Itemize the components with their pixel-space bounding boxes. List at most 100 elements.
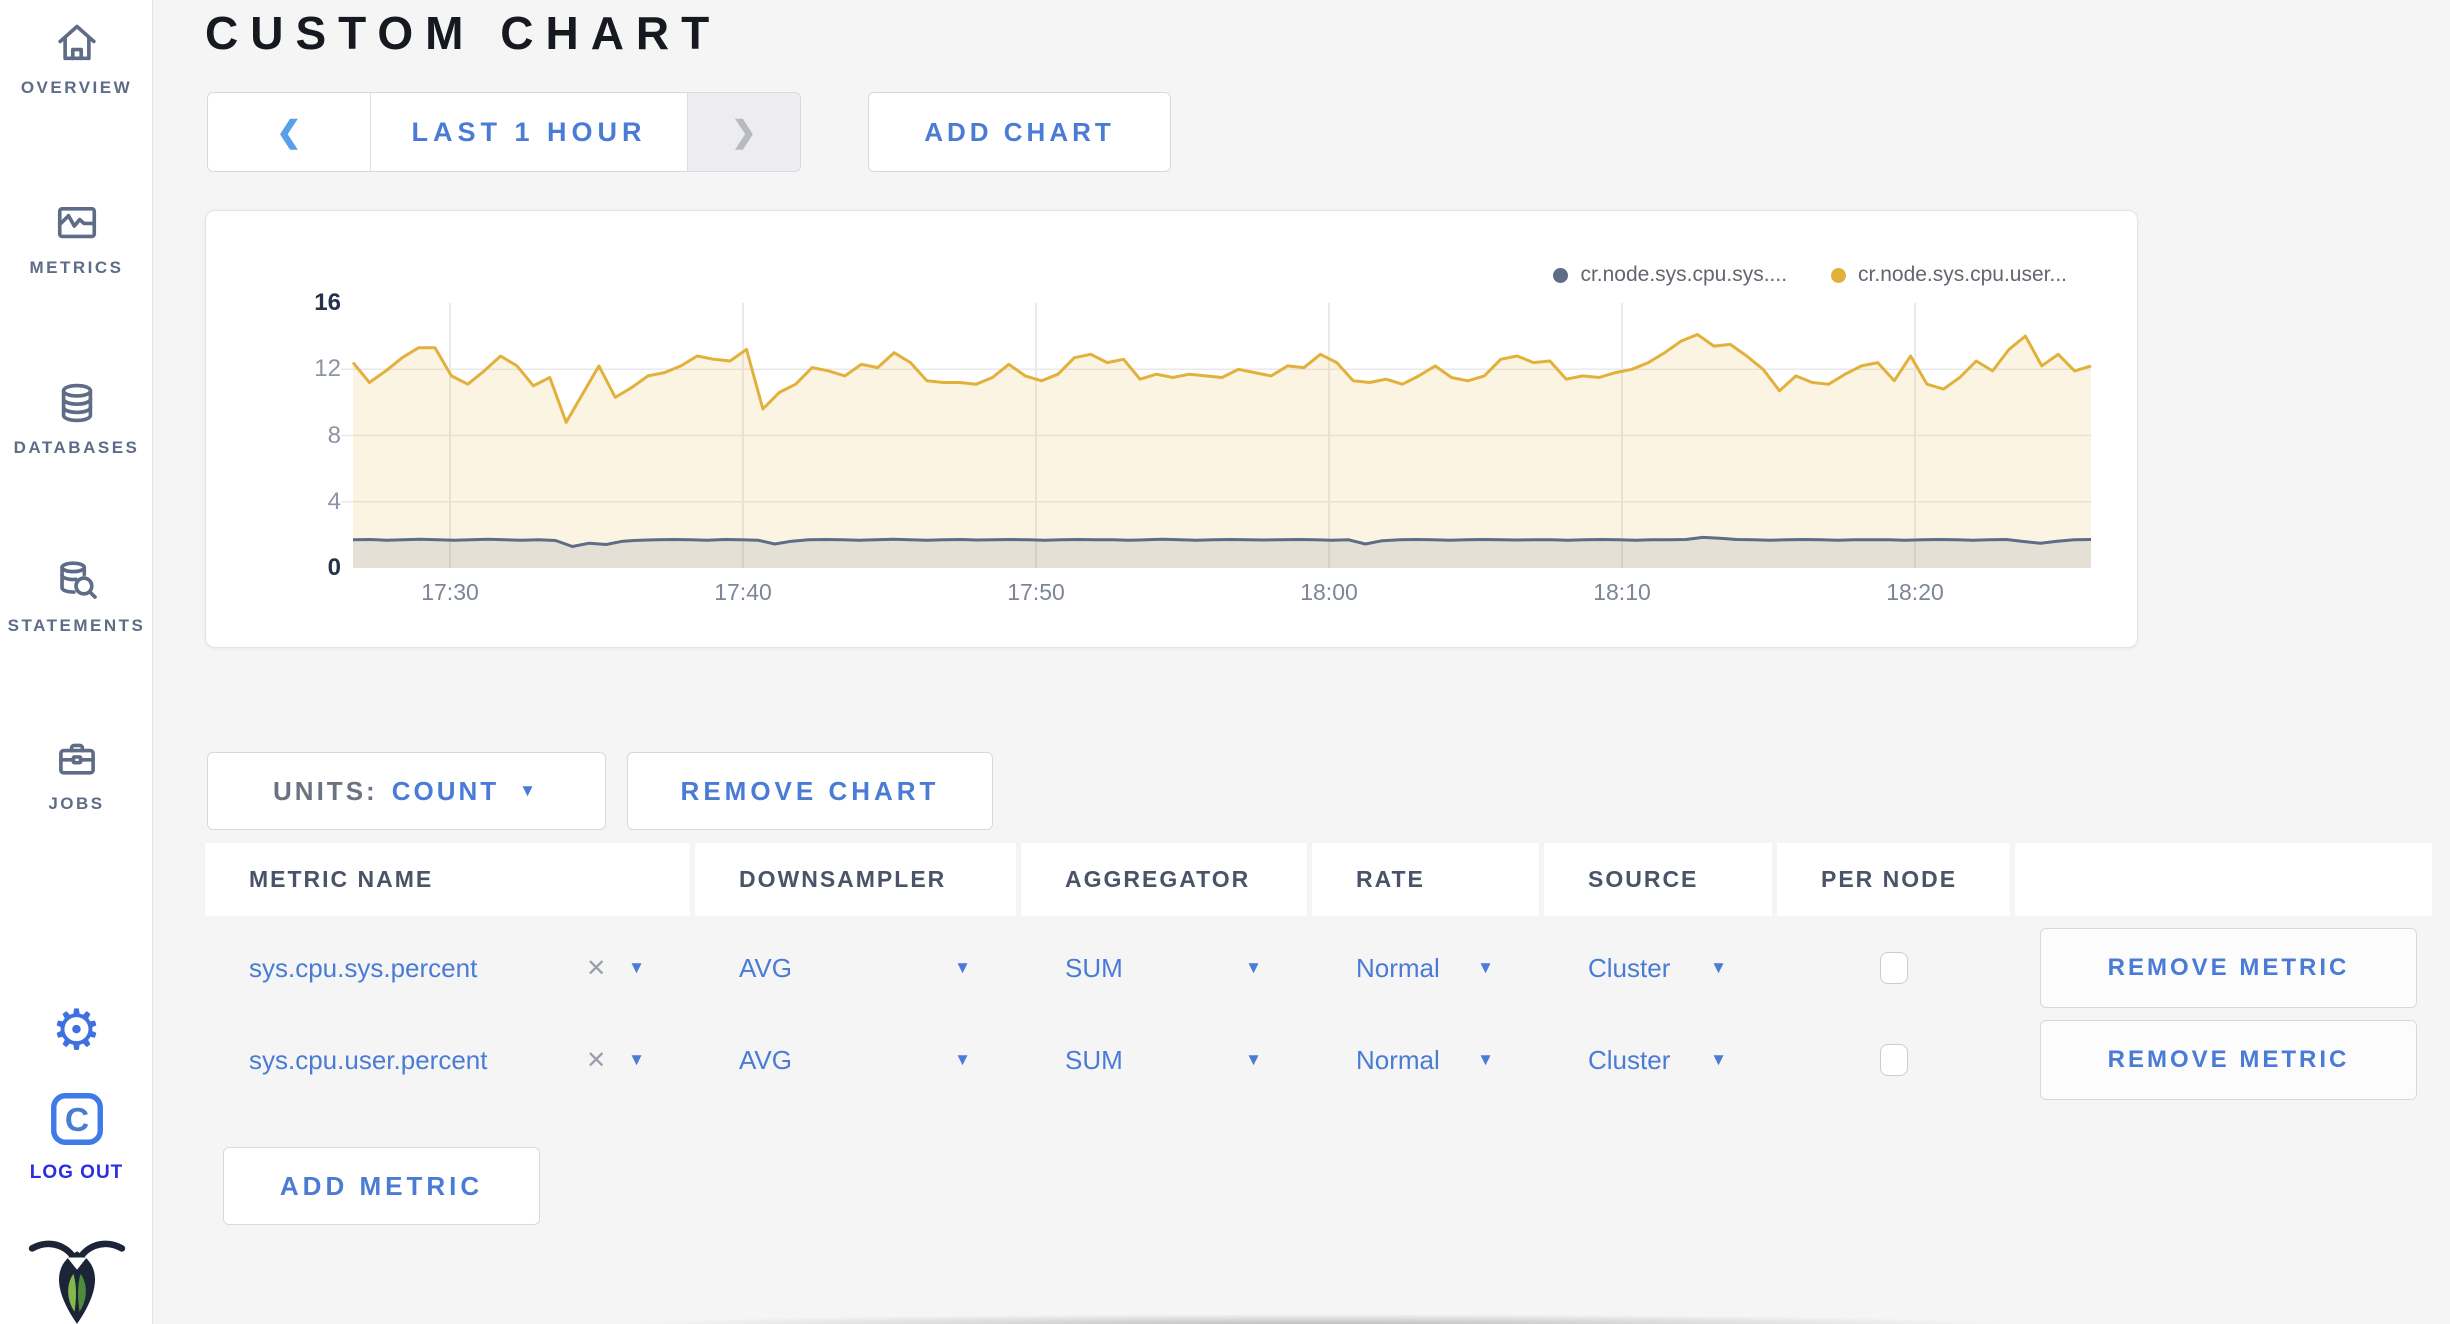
rate-dropdown[interactable]: Normal ▼ — [1312, 928, 1539, 1008]
column-header-rate: RATE — [1312, 843, 1539, 916]
jobs-icon — [52, 736, 102, 782]
sidebar-item-overview[interactable]: OVERVIEW — [0, 20, 153, 98]
clear-metric-icon[interactable]: ✕ — [586, 954, 606, 983]
x-axis-tick: 18:20 — [1886, 579, 1944, 605]
chevron-left-icon: ❮ — [276, 115, 302, 149]
column-header-metric-name: METRIC NAME — [205, 843, 690, 916]
svg-text:C: C — [64, 1102, 88, 1139]
x-axis-tick: 18:00 — [1300, 579, 1358, 605]
chevron-down-icon: ▼ — [954, 958, 971, 977]
time-range-next-button[interactable]: ❯ — [687, 93, 800, 171]
remove-metric-button[interactable]: REMOVE METRIC — [2040, 928, 2417, 1008]
y-axis-tick: 8 — [327, 422, 341, 449]
x-axis-tick: 18:10 — [1593, 579, 1651, 605]
sidebar-item-jobs[interactable]: JOBS — [0, 736, 153, 814]
aggregator-value: SUM — [1065, 952, 1123, 983]
settings-button[interactable]: ⚙ — [0, 1002, 153, 1058]
sidebar-item-databases[interactable]: DATABASES — [0, 380, 153, 458]
aggregator-dropdown[interactable]: SUM ▼ — [1021, 928, 1307, 1008]
metric-name-dropdown[interactable]: sys.cpu.user.percent ✕ ▼ — [205, 1020, 690, 1100]
metric-name-value: sys.cpu.user.percent — [249, 1044, 488, 1075]
databases-icon — [52, 380, 102, 426]
rate-dropdown[interactable]: Normal ▼ — [1312, 1020, 1539, 1100]
metric-name-dropdown[interactable]: sys.cpu.sys.percent ✕ ▼ — [205, 928, 690, 1008]
chevron-down-icon: ▼ — [1477, 958, 1494, 977]
remove-chart-button[interactable]: REMOVE CHART — [627, 752, 993, 830]
chevron-down-icon: ▼ — [1245, 1050, 1262, 1069]
x-axis-tick: 17:40 — [714, 579, 772, 605]
metrics-table-header: METRIC NAME DOWNSAMPLER AGGREGATOR RATE … — [205, 843, 2437, 916]
sidebar-item-label: STATEMENTS — [7, 616, 146, 635]
per-node-cell — [1777, 928, 2010, 1008]
chevron-down-icon: ▼ — [1710, 958, 1727, 977]
x-axis-tick: 17:30 — [421, 579, 479, 605]
rate-value: Normal — [1356, 1044, 1440, 1075]
chevron-right-icon: ❯ — [731, 115, 757, 149]
add-metric-button[interactable]: ADD METRIC — [223, 1147, 540, 1225]
remove-metric-button[interactable]: REMOVE METRIC — [2040, 1020, 2417, 1100]
sidebar: OVERVIEW METRICS DATABASES STATEMENTS JO… — [0, 0, 153, 1324]
home-icon — [52, 20, 102, 66]
actions-cell: REMOVE METRIC — [2015, 1020, 2432, 1100]
sidebar-item-label: OVERVIEW — [20, 78, 133, 97]
statements-icon — [52, 558, 102, 604]
page-title: CUSTOM CHART — [205, 7, 722, 59]
units-dropdown[interactable]: UNITS: COUNT ▼ — [207, 752, 606, 830]
y-axis-tick: 12 — [314, 355, 341, 382]
column-header-aggregator: AGGREGATOR — [1021, 843, 1307, 916]
logout-button[interactable]: C LOG OUT — [0, 1088, 153, 1184]
rate-value: Normal — [1356, 952, 1440, 983]
source-value: Cluster — [1588, 1044, 1671, 1075]
chevron-down-icon: ▼ — [954, 1050, 971, 1069]
time-range-prev-button[interactable]: ❮ — [208, 93, 371, 171]
time-range-value[interactable]: LAST 1 HOUR — [371, 93, 687, 171]
clear-metric-icon[interactable]: ✕ — [586, 1046, 606, 1075]
logout-label: LOG OUT — [29, 1162, 124, 1183]
per-node-checkbox[interactable] — [1879, 952, 1908, 984]
sidebar-item-label: METRICS — [29, 258, 124, 277]
metrics-table: METRIC NAME DOWNSAMPLER AGGREGATOR RATE … — [205, 843, 2437, 1100]
chevron-down-icon: ▼ — [628, 1050, 645, 1069]
custom-chart-page: OVERVIEW METRICS DATABASES STATEMENTS JO… — [0, 0, 2450, 1324]
table-row: sys.cpu.sys.percent ✕ ▼ AVG ▼ SUM ▼ Norm… — [205, 928, 2437, 1008]
cockroachdb-logo[interactable] — [0, 1238, 153, 1324]
cockroach-logo-icon — [26, 1238, 128, 1324]
source-value: Cluster — [1588, 952, 1671, 983]
sidebar-item-label: DATABASES — [13, 438, 140, 457]
downsampler-dropdown[interactable]: AVG ▼ — [695, 1020, 1016, 1100]
metric-name-value: sys.cpu.sys.percent — [249, 952, 478, 983]
x-axis-tick: 17:50 — [1007, 579, 1065, 605]
chart-card: cr.node.sys.cpu.sys.... cr.node.sys.cpu.… — [205, 210, 2138, 648]
column-header-downsampler: DOWNSAMPLER — [695, 843, 1016, 916]
y-axis-tick: 0 — [327, 554, 341, 581]
aggregator-value: SUM — [1065, 1044, 1123, 1075]
chevron-down-icon: ▼ — [519, 781, 540, 800]
per-node-cell — [1777, 1020, 2010, 1100]
sidebar-item-statements[interactable]: STATEMENTS — [0, 558, 153, 636]
actions-cell: REMOVE METRIC — [2015, 928, 2432, 1008]
gear-icon: ⚙ — [51, 998, 102, 1061]
source-dropdown[interactable]: Cluster ▼ — [1544, 928, 1772, 1008]
metrics-icon — [52, 200, 102, 246]
add-chart-button[interactable]: ADD CHART — [868, 92, 1171, 172]
column-header-per-node: PER NODE — [1777, 843, 2010, 916]
source-dropdown[interactable]: Cluster ▼ — [1544, 1020, 1772, 1100]
chevron-down-icon: ▼ — [628, 958, 645, 977]
downsampler-dropdown[interactable]: AVG ▼ — [695, 928, 1016, 1008]
column-header-actions — [2015, 843, 2432, 916]
units-value: COUNT — [391, 775, 500, 806]
column-header-source: SOURCE — [1544, 843, 1772, 916]
table-row: sys.cpu.user.percent ✕ ▼ AVG ▼ SUM ▼ Nor… — [205, 1020, 2437, 1100]
downsampler-value: AVG — [739, 1044, 792, 1075]
downsampler-value: AVG — [739, 952, 792, 983]
sidebar-item-label: JOBS — [48, 794, 105, 813]
chevron-down-icon: ▼ — [1245, 958, 1262, 977]
aggregator-dropdown[interactable]: SUM ▼ — [1021, 1020, 1307, 1100]
cockroach-c-icon: C — [46, 1088, 108, 1150]
units-label: UNITS: — [273, 775, 378, 806]
sidebar-item-metrics[interactable]: METRICS — [0, 200, 153, 278]
time-range-selector: ❮ LAST 1 HOUR ❯ — [207, 92, 801, 172]
bottom-shadow — [620, 1314, 2020, 1324]
y-axis-tick: 4 — [327, 488, 341, 515]
per-node-checkbox[interactable] — [1879, 1044, 1908, 1076]
